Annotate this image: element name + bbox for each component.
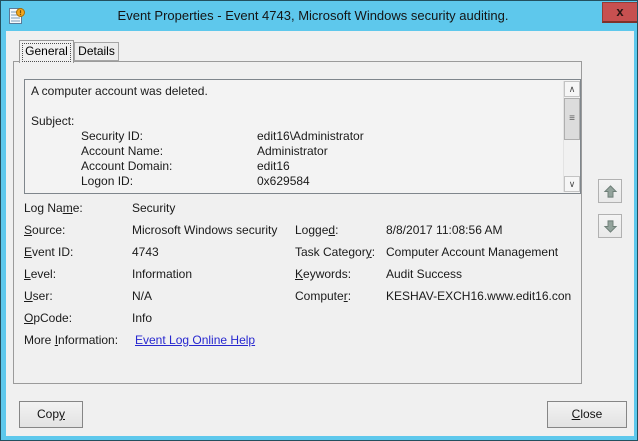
- copy-button[interactable]: Copy: [19, 401, 83, 428]
- source-value: Microsoft Windows security: [132, 223, 278, 237]
- level-label: Level:: [24, 267, 57, 281]
- subject-row: Logon ID: 0x629584: [31, 174, 557, 189]
- subject-row: Account Domain: edit16: [31, 159, 557, 174]
- scroll-track[interactable]: [564, 141, 580, 175]
- event-id-label: Event ID:: [24, 245, 74, 259]
- scroll-down-button[interactable]: ∨: [564, 176, 580, 192]
- field-label: Account Domain:: [81, 159, 173, 173]
- subject-header: Subject:: [31, 114, 75, 128]
- close-button-bottom[interactable]: Close: [547, 401, 627, 428]
- event-log-online-help-link[interactable]: Event Log Online Help: [135, 333, 255, 347]
- copy-button-label: Copy: [36, 407, 65, 421]
- vertical-scrollbar[interactable]: ∧ ≡ ∨: [563, 81, 580, 192]
- description-line: A computer account was deleted.: [31, 84, 208, 98]
- event-properties-dialog: Event Properties - Event 4743, Microsoft…: [0, 0, 638, 441]
- field-label: Account Name:: [81, 144, 164, 158]
- logged-value: 8/8/2017 11:08:56 AM: [386, 223, 503, 237]
- general-tab-page: A computer account was deleted. Subject:…: [13, 61, 582, 384]
- scroll-thumb[interactable]: ≡: [564, 98, 580, 140]
- more-information-label: More Information:: [24, 333, 119, 347]
- field-value: Administrator: [257, 144, 328, 158]
- window-title: Event Properties - Event 4743, Microsoft…: [117, 8, 509, 23]
- field-value: 0x629584: [257, 174, 310, 188]
- task-category-label: Task Category:: [295, 245, 376, 259]
- close-button[interactable]: x: [602, 2, 637, 23]
- field-value: edit16\Administrator: [257, 129, 364, 143]
- previous-event-button[interactable]: [598, 179, 622, 203]
- source-label: Source:: [24, 223, 66, 237]
- chevron-down-icon: ∨: [568, 179, 576, 189]
- close-button-label: Close: [571, 407, 603, 421]
- user-label: User:: [24, 289, 53, 303]
- subject-row: Account Name: Administrator: [31, 144, 557, 159]
- next-event-button[interactable]: [598, 214, 622, 238]
- event-id-value: 4743: [132, 245, 159, 259]
- log-name-label: Log Name:: [24, 201, 83, 215]
- chevron-up-icon: ∧: [568, 84, 576, 94]
- tab-details[interactable]: Details: [74, 42, 119, 61]
- field-label: Logon ID:: [81, 174, 134, 188]
- event-description-text: A computer account was deleted. Subject:…: [25, 80, 563, 193]
- computer-label: Computer:: [295, 289, 352, 303]
- event-description-box[interactable]: A computer account was deleted. Subject:…: [24, 79, 581, 194]
- keywords-label: Keywords:: [295, 267, 352, 281]
- logged-label: Logged:: [295, 223, 339, 237]
- computer-value: KESHAV-EXCH16.www.edit16.con: [386, 289, 572, 303]
- titlebar[interactable]: Event Properties - Event 4743, Microsoft…: [1, 1, 637, 31]
- keywords-value: Audit Success: [386, 267, 463, 281]
- opcode-label: OpCode:: [24, 311, 73, 325]
- tab-focus-rect: [22, 43, 71, 62]
- user-value: N/A: [132, 289, 153, 303]
- log-name-value: Security: [132, 201, 176, 215]
- tab-details-label: Details: [78, 44, 115, 58]
- tab-general[interactable]: General: [19, 40, 74, 63]
- subject-row: Security ID: edit16\Administrator: [31, 129, 557, 144]
- level-value: Information: [132, 267, 193, 281]
- field-label: Security ID:: [81, 129, 144, 143]
- down-arrow-icon: [603, 219, 617, 233]
- field-value: edit16: [257, 159, 290, 173]
- scroll-up-button[interactable]: ∧: [564, 81, 580, 97]
- opcode-value: Info: [132, 311, 153, 325]
- scroll-grip-icon: ≡: [569, 113, 575, 124]
- event-properties-icon: [8, 7, 26, 25]
- close-icon: x: [616, 4, 624, 19]
- task-category-value: Computer Account Management: [386, 245, 559, 259]
- up-arrow-icon: [603, 184, 617, 198]
